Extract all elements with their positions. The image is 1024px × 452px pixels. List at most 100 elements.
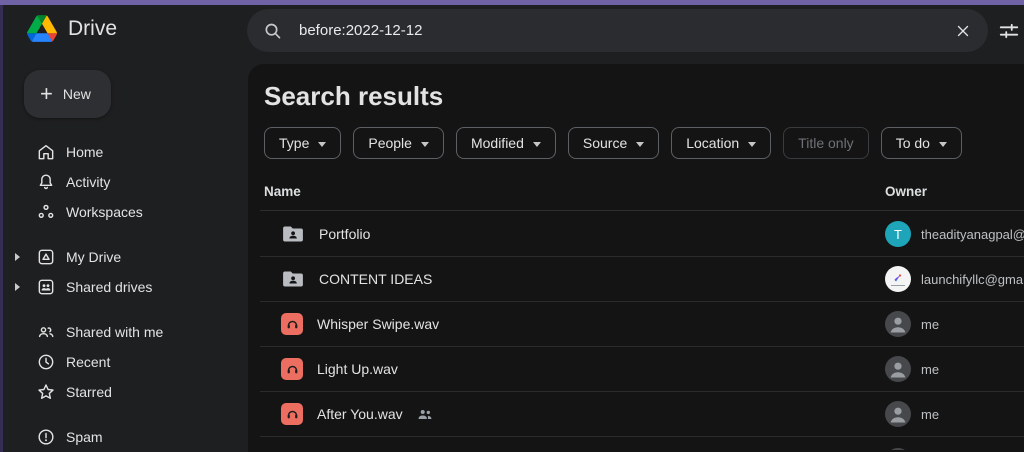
table-row-partial[interactable] <box>260 437 1024 450</box>
audio-file-icon <box>281 403 303 425</box>
table-row[interactable]: After You.wav me <box>260 392 1024 437</box>
sidebar-item-label: Activity <box>66 174 111 190</box>
sidebar-item-label: Shared drives <box>66 279 153 295</box>
filter-chip-location[interactable]: Location <box>671 127 772 159</box>
sidebar-item-label: Recent <box>66 354 111 370</box>
sidebar-item-activity[interactable]: Activity <box>0 167 248 197</box>
sidebar-section-main: Home Activity Workspaces <box>0 137 248 227</box>
file-name: Light Up.wav <box>317 361 398 377</box>
avatar-person-icon <box>885 356 911 382</box>
chevron-down-icon <box>636 141 645 147</box>
shared-people-icon <box>417 407 433 421</box>
search-bar[interactable]: before:2022-12-12 <box>247 9 988 52</box>
sidebar-item-workspaces[interactable]: Workspaces <box>0 197 248 227</box>
table-row[interactable]: CONTENT IDEAS launchifyllc@gmai <box>260 257 1024 302</box>
chip-label: People <box>368 135 412 151</box>
owner-cell: me <box>885 392 1024 436</box>
chevron-down-icon <box>748 141 757 147</box>
sidebar-section-drives: My Drive Shared drives <box>0 242 248 302</box>
sidebar-item-starred[interactable]: Starred <box>0 377 248 407</box>
chip-label: Modified <box>470 135 524 151</box>
bell-icon <box>36 172 56 192</box>
chevron-right-icon[interactable] <box>15 283 20 291</box>
main-panel: Search results Type People Modified Sour… <box>248 64 1024 452</box>
sidebar-section-other: Spam <box>0 422 248 452</box>
table-row[interactable]: Portfolio T theadityanagpal@ <box>260 212 1024 257</box>
search-input[interactable]: before:2022-12-12 <box>299 22 938 39</box>
file-name: After You.wav <box>317 406 403 422</box>
owner-name: launchifyllc@gmai <box>921 271 1024 287</box>
star-icon <box>36 382 56 402</box>
filter-chip-people[interactable]: People <box>353 127 444 159</box>
chevron-right-icon[interactable] <box>15 253 20 261</box>
avatar-person-icon <box>885 311 911 337</box>
new-button[interactable]: + New <box>24 70 111 118</box>
sidebar-item-shared-with-me[interactable]: Shared with me <box>0 317 248 347</box>
owner-cell: T theadityanagpal@ <box>885 212 1024 256</box>
drive-logo-block: Drive <box>27 15 117 42</box>
plus-icon: + <box>40 81 53 106</box>
my-drive-icon <box>36 247 56 267</box>
filter-chips: Type People Modified Source Location Tit… <box>264 127 962 159</box>
sidebar-section-shared: Shared with me Recent Starred <box>0 317 248 407</box>
chip-label: Type <box>279 135 310 151</box>
chevron-down-icon <box>938 141 947 147</box>
sidebar-item-shared-drives[interactable]: Shared drives <box>0 272 248 302</box>
file-name-cell: CONTENT IDEAS <box>281 257 432 301</box>
chevron-down-icon <box>318 141 327 147</box>
avatar-person-icon <box>885 448 911 450</box>
new-button-label: New <box>62 86 91 102</box>
owner-name: me <box>921 406 940 422</box>
file-name: CONTENT IDEAS <box>319 271 433 287</box>
filter-chip-modified[interactable]: Modified <box>455 127 556 159</box>
people-icon <box>36 322 56 342</box>
owner-cell: me <box>885 347 1024 391</box>
sidebar-item-my-drive[interactable]: My Drive <box>0 242 248 272</box>
chip-label: To do <box>895 135 930 151</box>
sidebar-item-label: Shared with me <box>66 324 164 340</box>
sidebar-item-label: Spam <box>66 429 103 445</box>
filter-chip-type[interactable]: Type <box>264 127 342 159</box>
tune-icon[interactable] <box>998 20 1020 42</box>
search-icon[interactable] <box>263 21 283 41</box>
sidebar-item-label: Starred <box>66 384 112 400</box>
spam-icon <box>36 427 56 447</box>
filter-chip-title-only[interactable]: Title only <box>783 127 869 159</box>
clock-icon <box>36 352 56 372</box>
owner-name: me <box>921 361 940 377</box>
avatar-person-icon <box>885 401 911 427</box>
table-header: Name Owner <box>260 160 1024 211</box>
table-row[interactable]: Whisper Swipe.wav me <box>260 302 1024 347</box>
owner-name: me <box>921 316 940 332</box>
column-header-owner[interactable]: Owner <box>885 184 927 199</box>
filter-chip-source[interactable]: Source <box>567 127 660 159</box>
sidebar-item-home[interactable]: Home <box>0 137 248 167</box>
file-name-cell: After You.wav <box>281 392 433 436</box>
chip-label: Source <box>582 135 628 151</box>
window-frame-top <box>0 0 1024 5</box>
column-header-name[interactable]: Name <box>264 184 301 199</box>
page-title: Search results <box>264 81 444 111</box>
home-icon <box>36 142 56 162</box>
filter-chip-to-do[interactable]: To do <box>880 127 962 159</box>
owner-name: theadityanagpal@ <box>921 226 1024 242</box>
sidebar-item-recent[interactable]: Recent <box>0 347 248 377</box>
google-drive-app: Drive before:2022-12-12 + New Home Activ… <box>0 0 1024 452</box>
owner-cell: me <box>885 302 1024 346</box>
shared-folder-icon <box>281 267 305 291</box>
audio-file-icon <box>281 358 303 380</box>
sidebar-item-label: Workspaces <box>66 204 143 220</box>
close-icon[interactable] <box>954 22 972 40</box>
sidebar-item-label: Home <box>66 144 104 160</box>
sidebar: Home Activity Workspaces My Drive Shared… <box>0 137 248 452</box>
table-row[interactable]: Light Up.wav me <box>260 347 1024 392</box>
drive-logo-icon <box>27 15 57 42</box>
file-name-cell: Portfolio <box>281 212 370 256</box>
chip-label: Title only <box>798 135 854 151</box>
sidebar-item-spam[interactable]: Spam <box>0 422 248 452</box>
chevron-down-icon <box>420 141 429 147</box>
audio-file-icon <box>281 313 303 335</box>
owner-cell: launchifyllc@gmai <box>885 257 1024 301</box>
chip-label: Location <box>686 135 740 151</box>
shared-drives-icon <box>36 277 56 297</box>
